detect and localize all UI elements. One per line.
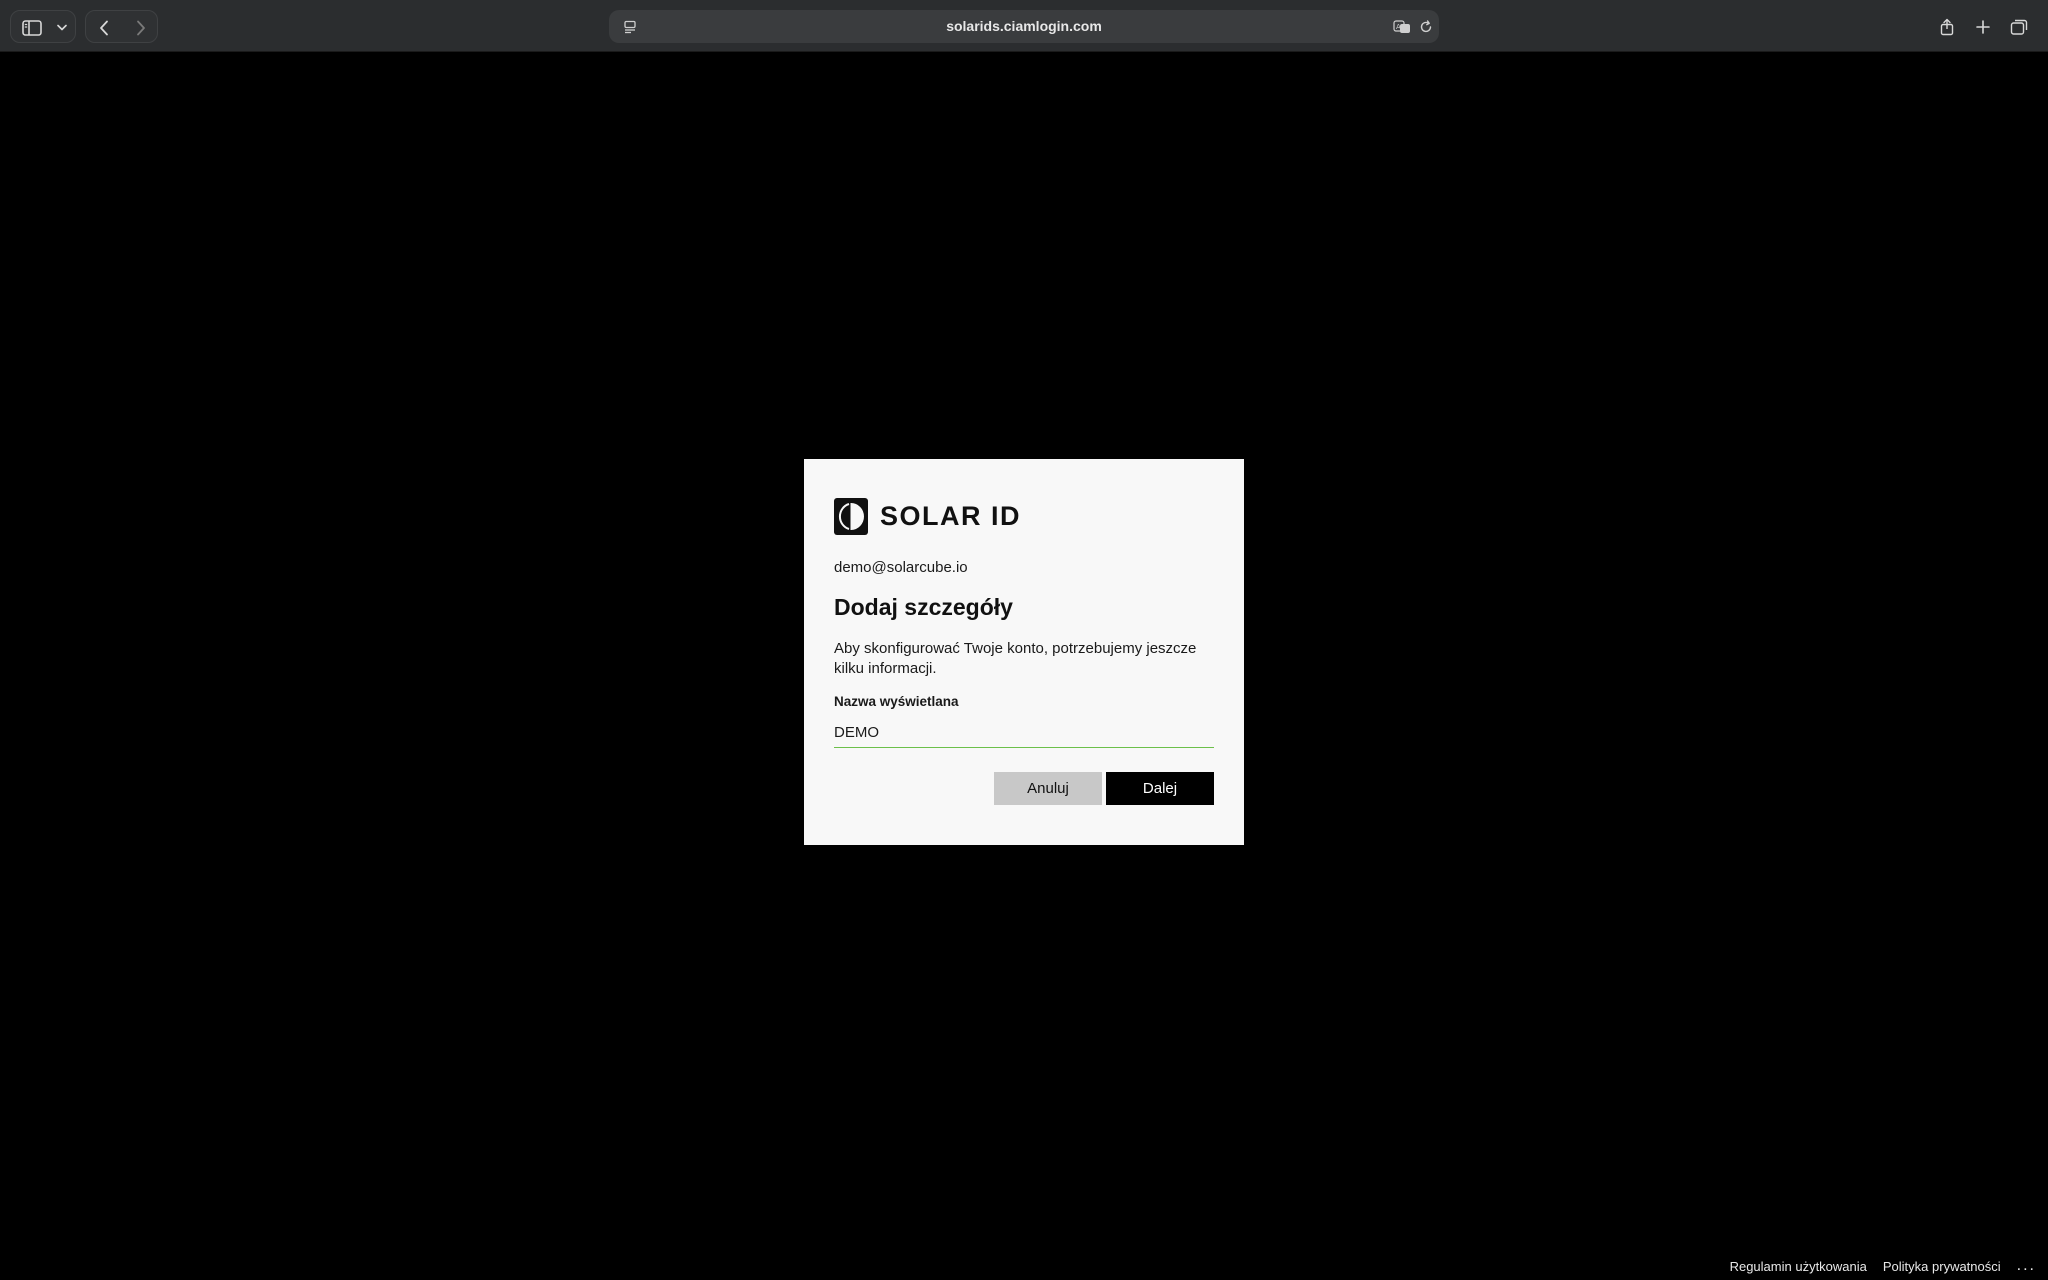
logo-text: SOLAR ID <box>880 501 1022 531</box>
tabs-icon[interactable] <box>2002 10 2036 43</box>
page-footer: Regulamin użytkowania Polityka prywatnoś… <box>1730 1252 2048 1280</box>
share-icon[interactable] <box>1930 10 1964 43</box>
browser-toolbar: solarids.ciamlogin.com A <box>0 0 2048 52</box>
description-text: Aby skonfigurować Twoje konto, potrzebuj… <box>834 640 1197 677</box>
page-title: Dodaj szczegóły <box>834 594 1013 620</box>
display-name-input[interactable] <box>834 718 1214 748</box>
navigation-button-group <box>85 10 158 43</box>
chevron-left-icon <box>99 20 109 36</box>
sidebar-icon[interactable] <box>17 11 47 44</box>
chevron-down-icon[interactable] <box>53 11 71 44</box>
account-email: demo@solarcube.io <box>834 559 968 576</box>
translate-icon[interactable]: A <box>1391 10 1413 43</box>
back-button[interactable] <box>86 11 122 44</box>
display-name-label: Nazwa wyświetlana <box>834 694 959 709</box>
sidebar-button-group <box>10 10 76 43</box>
add-details-dialog: SOLAR ID demo@solarcube.io Dodaj szczegó… <box>804 459 1244 845</box>
address-bar[interactable]: solarids.ciamlogin.com A <box>609 10 1439 43</box>
reload-icon[interactable] <box>1415 10 1437 43</box>
solar-id-logo: SOLAR ID <box>834 498 1021 535</box>
solar-logo-icon <box>834 498 868 535</box>
more-options-button[interactable]: ... <box>2017 1258 2036 1274</box>
terms-link[interactable]: Regulamin użytkowania <box>1730 1259 1867 1274</box>
privacy-link[interactable]: Polityka prywatności <box>1883 1259 2001 1274</box>
forward-button[interactable] <box>123 11 159 44</box>
next-button[interactable]: Dalej <box>1106 772 1214 805</box>
cancel-button[interactable]: Anuluj <box>994 772 1102 805</box>
svg-text:A: A <box>1396 23 1401 31</box>
chevron-right-icon <box>136 20 146 36</box>
plus-icon[interactable] <box>1966 10 2000 43</box>
address-url[interactable]: solarids.ciamlogin.com <box>609 10 1439 43</box>
